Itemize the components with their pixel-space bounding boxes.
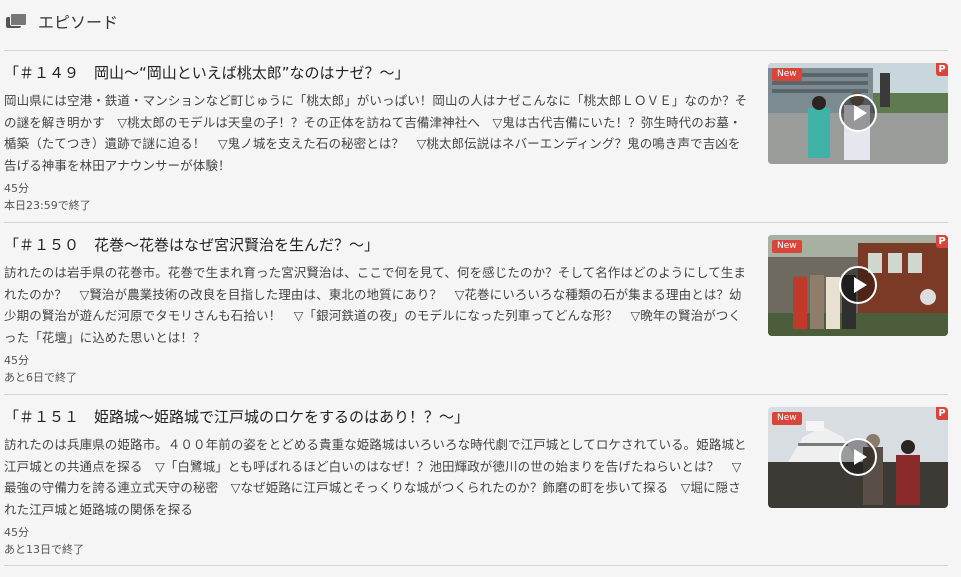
section-title: エピソード — [38, 13, 119, 32]
new-badge: New — [772, 68, 802, 81]
new-badge: New — [772, 240, 802, 253]
episode-duration: 45分 — [4, 526, 29, 539]
section-header: エピソード — [6, 8, 118, 34]
play-icon[interactable] — [839, 438, 877, 476]
episode-expiry: あと6日で終了 — [4, 371, 77, 384]
episode-thumbnail[interactable]: New P — [768, 407, 948, 508]
episode-duration: 45分 — [4, 354, 29, 367]
episode-list: 「＃１４９ 岡山～“岡山といえば桃太郎”なのはナゼ？～」 岡山県には空港・鉄道・… — [4, 50, 948, 566]
episode-title[interactable]: 「＃１４９ 岡山～“岡山といえば桃太郎”なのはナゼ？～」 — [4, 63, 748, 83]
episode-item[interactable]: 「＃１５１ 姫路城～姫路城で江戸城のロケをするのはあり！？～」 訪れたのは兵庫県… — [4, 394, 948, 566]
episode-title[interactable]: 「＃１５０ 花巻～花巻はなぜ宮沢賢治を生んだ？～」 — [4, 235, 748, 255]
episode-item[interactable]: 「＃１５０ 花巻～花巻はなぜ宮沢賢治を生んだ？～」 訪れたのは岩手県の花巻市。花… — [4, 222, 948, 394]
episode-item[interactable]: 「＃１４９ 岡山～“岡山といえば桃太郎”なのはナゼ？～」 岡山県には空港・鉄道・… — [4, 50, 948, 222]
episode-duration: 45分 — [4, 182, 29, 195]
episode-title[interactable]: 「＃１５１ 姫路城～姫路城で江戸城のロケをするのはあり！？～」 — [4, 407, 748, 427]
episode-description: 訪れたのは岩手県の花巻市。花巻で生まれ育った宮沢賢治は、ここで何を見て、何を感じ… — [4, 265, 747, 345]
episode-thumbnail[interactable]: New P — [768, 63, 948, 164]
episode-description: 訪れたのは兵庫県の姫路市。４００年前の姿をとどめる貴重な姫路城はいろいろな時代劇… — [4, 437, 747, 517]
episode-text[interactable]: 「＃１５０ 花巻～花巻はなぜ宮沢賢治を生んだ？～」 訪れたのは岩手県の花巻市。花… — [4, 235, 748, 385]
play-icon[interactable] — [839, 94, 877, 132]
episode-text[interactable]: 「＃１４９ 岡山～“岡山といえば桃太郎”なのはナゼ？～」 岡山県には空港・鉄道・… — [4, 63, 748, 213]
episode-expiry: あと13日で終了 — [4, 543, 84, 556]
premium-badge: P — [936, 235, 948, 248]
new-badge: New — [772, 412, 802, 425]
premium-badge: P — [936, 63, 948, 76]
episode-description: 岡山県には空港・鉄道・マンションなど町じゅうに「桃太郎」がいっぱい！岡山の人はナ… — [4, 93, 748, 173]
episode-thumbnail[interactable]: New P — [768, 235, 948, 336]
stack-icon — [6, 13, 27, 29]
play-icon[interactable] — [839, 266, 877, 304]
episode-text[interactable]: 「＃１５１ 姫路城～姫路城で江戸城のロケをするのはあり！？～」 訪れたのは兵庫県… — [4, 407, 748, 557]
episode-expiry: 本日23:59で終了 — [4, 199, 91, 212]
premium-badge: P — [936, 407, 948, 420]
